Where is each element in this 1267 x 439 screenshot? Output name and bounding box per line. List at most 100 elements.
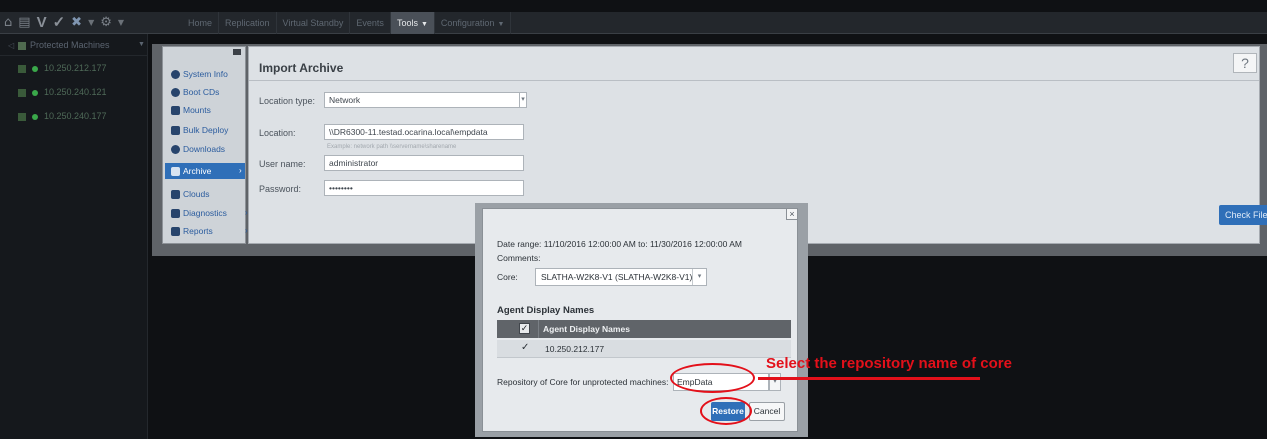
column-header: Agent Display Names bbox=[543, 324, 630, 334]
machine-item[interactable]: 10.250.240.177 bbox=[0, 104, 147, 128]
gear-icon bbox=[171, 70, 180, 80]
tools-side-menu: System Info Boot CDs Mounts Bulk Deploy … bbox=[162, 46, 248, 244]
diagnostics-icon bbox=[171, 209, 180, 219]
status-dot-icon bbox=[32, 89, 38, 96]
annotation-ellipse-restore bbox=[700, 397, 752, 425]
annotation-underline bbox=[758, 377, 980, 380]
annotation-text: Select the repository name of core bbox=[766, 355, 1012, 372]
tab-home[interactable]: Home bbox=[182, 12, 220, 34]
select-all-checkbox[interactable]: ✓ bbox=[519, 323, 530, 334]
menu-item-diagnostics[interactable]: Diagnostics › bbox=[171, 205, 248, 221]
wrench-icon[interactable]: ✖ bbox=[71, 12, 82, 34]
password-input[interactable]: •••••••• bbox=[324, 180, 524, 196]
tree-header[interactable]: ◁ Protected Machines ▼ bbox=[0, 34, 147, 56]
date-range-text: Date range: 11/10/2016 12:00:00 AM to: 1… bbox=[497, 239, 742, 249]
location-label: Location: bbox=[259, 128, 296, 138]
download-icon bbox=[171, 145, 180, 155]
tab-tools[interactable]: Tools ▼ bbox=[390, 12, 435, 34]
mount-icon bbox=[171, 106, 180, 116]
panel-title: Import Archive bbox=[259, 61, 344, 75]
menu-item-label: Bulk Deploy bbox=[183, 125, 229, 135]
tab-virtual-standby[interactable]: Virtual Standby bbox=[277, 12, 351, 34]
machine-label: 10.250.240.121 bbox=[44, 87, 107, 97]
chevron-right-icon: › bbox=[239, 166, 242, 175]
top-navigation-bar: ⌂ ▤ V ✓ ✖ ▼ ⚙ ▼ Home Replication Virtual… bbox=[0, 12, 1267, 34]
tab-replication[interactable]: Replication bbox=[219, 12, 277, 34]
menu-item-label: Diagnostics bbox=[183, 208, 227, 218]
password-label: Password: bbox=[259, 184, 302, 194]
expand-icon[interactable]: ◁ bbox=[8, 35, 18, 57]
cloud-icon bbox=[171, 190, 180, 200]
table-row[interactable]: ✓ 10.250.212.177 bbox=[497, 340, 791, 358]
toolbar-icons: ⌂ ▤ V ✓ ✖ ▼ ⚙ ▼ bbox=[4, 12, 124, 34]
main-tabs: Home Replication Virtual Standby Events … bbox=[182, 12, 512, 34]
location-input[interactable]: \\DR6300-11.testad.ocarina.local\empdata bbox=[324, 124, 524, 140]
location-type-label: Location type: bbox=[259, 96, 316, 106]
chart-icon bbox=[171, 227, 180, 237]
location-type-select[interactable]: Network bbox=[324, 92, 520, 108]
menu-item-label: Downloads bbox=[183, 144, 226, 154]
agent-section-title: Agent Display Names bbox=[497, 305, 595, 316]
agent-table-header: ✓ Agent Display Names bbox=[497, 320, 791, 338]
machine-item[interactable]: 10.250.240.121 bbox=[0, 80, 147, 104]
core-select[interactable]: SLATHA-W2K8-V1 (SLATHA-W2K8-V1) ▾ bbox=[535, 268, 707, 286]
v-logo: V bbox=[36, 14, 47, 31]
repository-label: Repository of Core for unprotected machi… bbox=[497, 377, 669, 387]
archive-icon bbox=[171, 167, 180, 177]
agent-name: 10.250.212.177 bbox=[545, 344, 605, 354]
machines-group-icon bbox=[18, 41, 26, 50]
gear-icon[interactable]: ⚙ bbox=[100, 12, 112, 34]
core-select-value: SLATHA-W2K8-V1 (SLATHA-W2K8-V1) bbox=[541, 272, 693, 282]
protected-machines-tree: ◁ Protected Machines ▼ 10.250.212.177 10.… bbox=[0, 34, 148, 439]
tab-label: Home bbox=[188, 18, 213, 28]
status-dot-icon bbox=[32, 113, 38, 120]
close-button[interactable]: × bbox=[786, 208, 798, 220]
menu-item-bulk-deploy[interactable]: Bulk Deploy bbox=[171, 122, 228, 138]
menu-item-archive[interactable]: Archive › bbox=[165, 163, 245, 179]
restore-archive-dialog: × Date range: 11/10/2016 12:00:00 AM to:… bbox=[482, 208, 798, 432]
menu-item-label: Mounts bbox=[183, 105, 211, 115]
location-hint: Example: network path \\servername\share… bbox=[327, 144, 457, 150]
status-dot-icon bbox=[32, 65, 38, 72]
machine-item[interactable]: 10.250.212.177 bbox=[0, 56, 147, 80]
menu-item-reports[interactable]: Reports › bbox=[171, 223, 248, 239]
home-icon[interactable]: ⌂ bbox=[4, 12, 12, 34]
chevron-down-icon[interactable]: ▾ bbox=[692, 269, 706, 285]
menu-item-label: Boot CDs bbox=[183, 87, 220, 97]
menu-item-downloads[interactable]: Downloads bbox=[171, 141, 225, 157]
chevron-down-icon[interactable]: ▾ bbox=[519, 92, 527, 108]
disc-icon bbox=[171, 88, 180, 98]
row-checkbox[interactable]: ✓ bbox=[521, 342, 529, 353]
machine-icon bbox=[18, 64, 26, 73]
chevron-down-icon[interactable]: ▼ bbox=[138, 34, 145, 56]
check-file-button[interactable]: Check File bbox=[1219, 205, 1267, 225]
menu-item-mounts[interactable]: Mounts bbox=[171, 102, 211, 118]
menu-item-boot-cds[interactable]: Boot CDs bbox=[171, 84, 219, 100]
username-input[interactable]: administrator bbox=[324, 155, 524, 171]
chevron-down-icon: ▼ bbox=[420, 21, 428, 28]
menu-item-label: Clouds bbox=[183, 189, 210, 199]
menu-item-system-info[interactable]: System Info bbox=[171, 66, 228, 82]
v-check-icon: ✓ bbox=[52, 14, 66, 31]
menu-item-clouds[interactable]: Clouds bbox=[171, 186, 209, 202]
chevron-down-icon: ▼ bbox=[497, 21, 505, 28]
machine-label: 10.250.240.177 bbox=[44, 111, 107, 121]
cancel-button[interactable]: Cancel bbox=[749, 402, 785, 421]
tab-events[interactable]: Events bbox=[350, 12, 391, 34]
username-label: User name: bbox=[259, 159, 306, 169]
chevron-down-icon[interactable]: ▾ bbox=[769, 373, 781, 391]
chevron-down-icon: ▼ bbox=[117, 18, 125, 27]
core-label: Core: bbox=[497, 272, 518, 282]
chevron-down-icon: ▼ bbox=[88, 18, 95, 27]
help-button[interactable]: ? bbox=[1233, 53, 1257, 73]
app-window: ⌂ ▤ V ✓ ✖ ▼ ⚙ ▼ Home Replication Virtual… bbox=[0, 0, 1267, 439]
machine-icon bbox=[18, 112, 26, 121]
machine-icon bbox=[18, 88, 26, 97]
deploy-icon bbox=[171, 126, 180, 136]
pin-icon[interactable] bbox=[233, 49, 241, 55]
menu-item-label: System Info bbox=[183, 69, 228, 79]
divider bbox=[249, 80, 1259, 81]
tab-configuration[interactable]: Configuration ▼ bbox=[435, 12, 512, 34]
chart-icon[interactable]: ▤ bbox=[18, 12, 30, 34]
menu-item-label: Reports bbox=[183, 226, 213, 236]
